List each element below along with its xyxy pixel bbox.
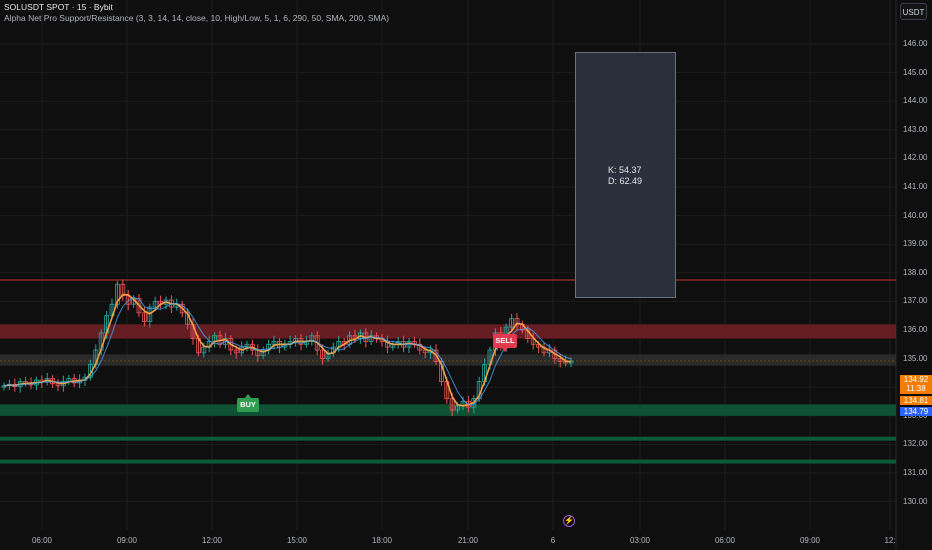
time-tick-label: 06:00 — [714, 536, 736, 545]
symbol-label[interactable]: SOLUSDT SPOT · 15 · Bybit — [4, 2, 389, 13]
price-tick-label: 139.00 — [903, 239, 928, 249]
price-tick-label: 132.00 — [903, 439, 928, 449]
price-chart[interactable] — [0, 0, 932, 550]
stochastic-tooltip: K: 54.37 D: 62.49 — [608, 165, 642, 187]
time-tick-label: 12: — [884, 536, 896, 545]
price-tick-label: 131.00 — [903, 468, 928, 477]
time-tick-label: 09:00 — [116, 536, 138, 545]
slow-ma-line — [3, 296, 572, 406]
price-tick-label: 144.00 — [903, 96, 928, 106]
bar-countdown: 11:38 — [906, 384, 926, 393]
mid-zone — [0, 354, 896, 366]
price-tick-label: 136.00 — [903, 325, 928, 334]
support-line-1 — [0, 436, 896, 441]
time-tick-label: 03:00 — [629, 536, 651, 545]
price-tick-label: 138.00 — [903, 267, 928, 277]
price-tick-label: 137.00 — [903, 296, 928, 306]
time-tick-label: 12:00 — [201, 536, 223, 545]
buy-signal-label: BUY — [237, 394, 259, 412]
last-price-tag: 134.92 11:38 — [900, 375, 932, 394]
price-tick-label: 145.00 — [903, 67, 928, 77]
chart-header: SOLUSDT SPOT · 15 · Bybit Alpha Net Pro … — [4, 2, 389, 23]
support-line-2 — [0, 459, 896, 464]
currency-button[interactable]: USDT — [900, 3, 927, 20]
time-tick-label: 06:00 — [31, 536, 53, 545]
price-tick-label: 140.00 — [903, 210, 928, 220]
resistance-zone — [0, 324, 896, 339]
price-tick-label: 142.00 — [903, 153, 928, 163]
price-tick-label: 130.00 — [903, 496, 928, 506]
time-tick-label: 15:00 — [286, 536, 308, 545]
indicator-label[interactable]: Alpha Net Pro Support/Resistance (3, 3, … — [4, 13, 389, 24]
time-tick-label: 21:00 — [457, 536, 479, 545]
price-tick-label: 146.00 — [903, 39, 928, 48]
support-zone — [0, 404, 896, 416]
stochastic-k-value: K: 54.37 — [608, 165, 642, 175]
price-tick-label: 135.00 — [903, 353, 928, 363]
time-tick-label: 09:00 — [799, 536, 821, 545]
level-tag-1: 134.81 — [900, 396, 932, 405]
sell-signal-label: SELL — [493, 334, 517, 352]
level-tag-2: 134.79 — [900, 407, 932, 416]
stochastic-d-value: D: 62.49 — [608, 176, 643, 186]
flash-icon[interactable]: ⚡ — [563, 515, 575, 527]
time-tick-label: 6 — [550, 536, 556, 545]
price-tick-label: 143.00 — [903, 124, 928, 134]
last-price-value: 134.92 — [903, 375, 929, 384]
price-tick-label: 141.00 — [903, 182, 928, 191]
time-tick-label: 18:00 — [371, 536, 393, 545]
